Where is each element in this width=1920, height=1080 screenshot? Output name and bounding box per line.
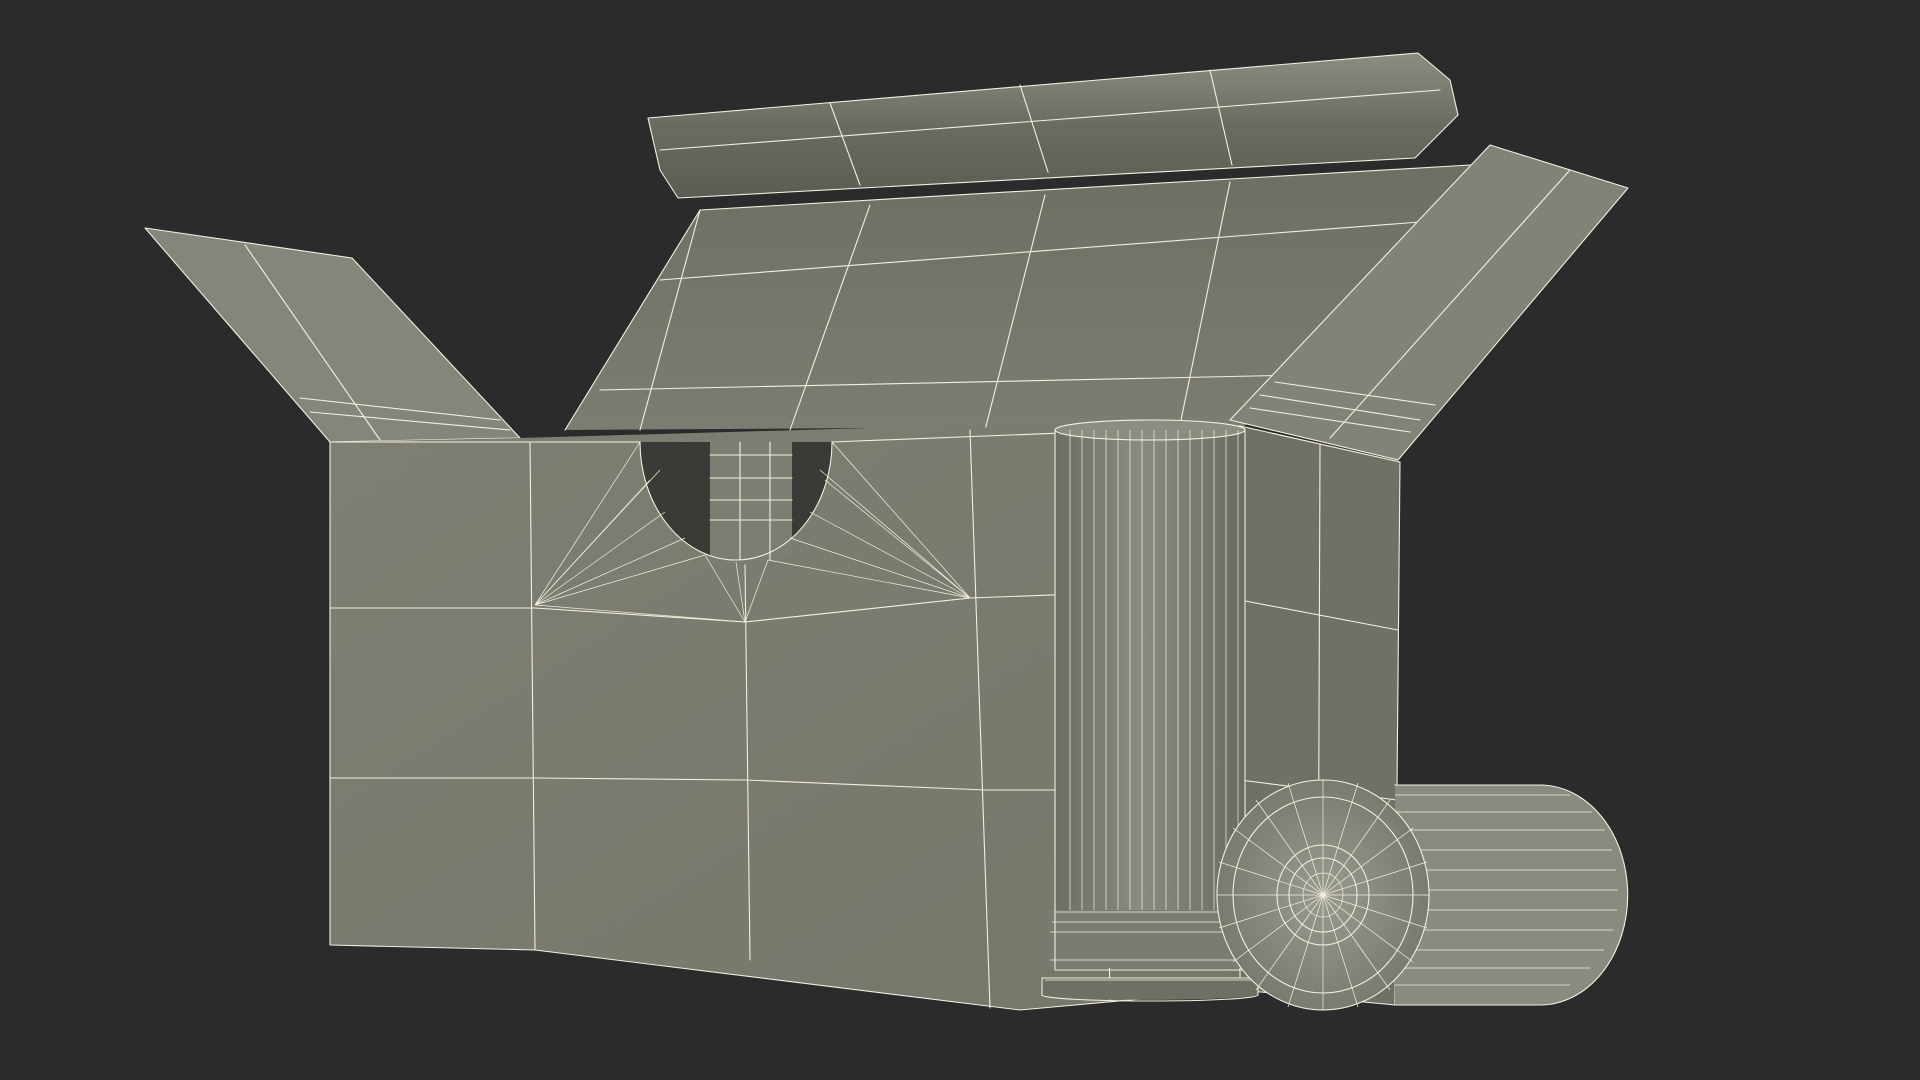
- wireframe-scene: [144, 52, 1629, 1011]
- lying-shell: [1216, 779, 1629, 1011]
- render-viewport: [0, 0, 1920, 1080]
- box-left-flap: [144, 227, 521, 443]
